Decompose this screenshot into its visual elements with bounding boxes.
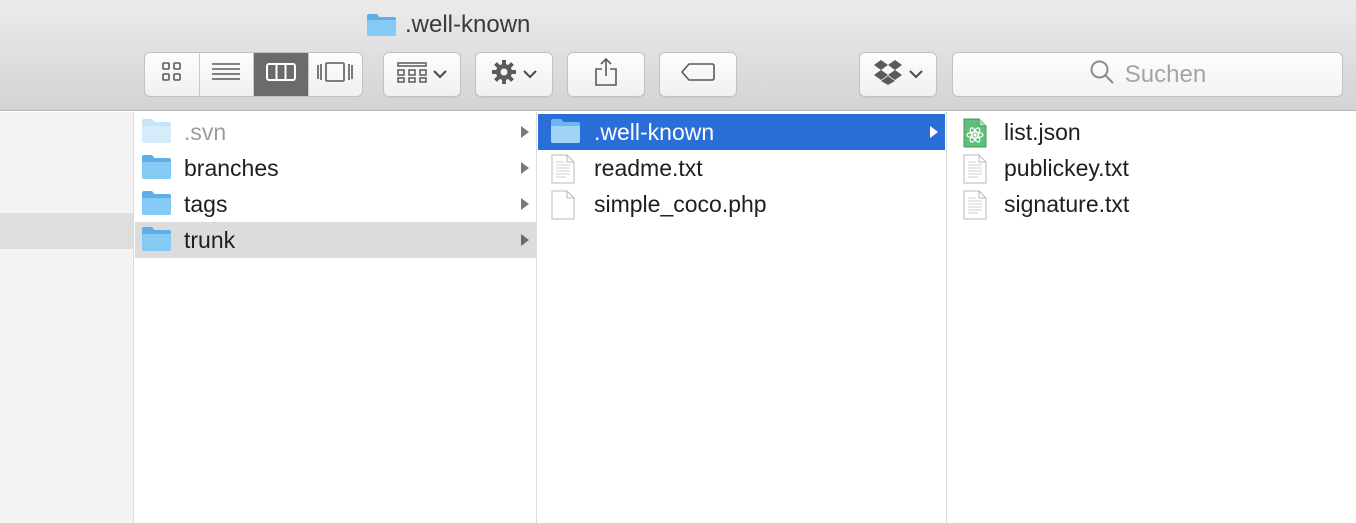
list-item-publickey[interactable]: publickey.txt [948,150,1356,186]
grid-icon [161,61,183,88]
share-button[interactable] [567,52,645,97]
list-item-label: tags [184,191,228,217]
disclosure-arrow-icon [520,197,530,216]
disclosure-arrow-icon [520,125,530,144]
action-button[interactable] [475,52,553,97]
dropbox-button[interactable] [859,52,937,97]
text-file-icon [550,154,576,189]
icon-view-button[interactable] [145,53,200,96]
search-placeholder: Suchen [1124,60,1207,88]
folder-icon [366,13,397,37]
sidebar [0,112,134,523]
text-file-icon [962,190,988,225]
list-item-label: readme.txt [594,155,703,181]
arrange-grid-icon [397,61,427,88]
disclosure-arrow-icon [520,161,530,180]
browser-column-2: .well-known readme.txt simple_coco.php [538,112,947,523]
list-view-button[interactable] [200,53,254,96]
tag-icon [680,62,716,87]
search-icon [1089,59,1115,90]
list-item-well-known[interactable]: .well-known [538,114,945,150]
text-file-icon [962,154,988,189]
list-item-readme[interactable]: readme.txt [538,150,946,186]
folder-icon [141,226,172,257]
view-mode-control [144,52,363,97]
list-item-list-json[interactable]: list.json [948,114,1356,150]
list-item-svn[interactable]: .svn [135,114,536,150]
list-item-label: branches [184,155,279,181]
toolbar: .well-known Suchen [0,0,1356,111]
folder-icon [141,118,172,149]
dropbox-icon [873,59,903,90]
columns-icon [265,61,297,88]
tags-button[interactable] [659,52,737,97]
folder-icon [141,190,172,221]
list-item-signature[interactable]: signature.txt [948,186,1356,222]
arrange-button[interactable] [383,52,461,97]
list-item-tags[interactable]: tags [135,186,536,222]
blank-file-icon [550,190,576,225]
list-item-label: trunk [184,227,236,253]
browser-column-1: .svn branches tags trunk [135,112,537,523]
chevron-down-icon [523,66,537,84]
window-title[interactable]: .well-known [366,10,530,40]
disclosure-arrow-icon [520,233,530,252]
finder-window: .well-known Suchen .svn branches tags tr… [0,0,1356,523]
list-item-label: .well-known [594,119,715,145]
list-item-simple-coco[interactable]: simple_coco.php [538,186,946,222]
folder-icon [550,118,581,149]
folder-icon [141,154,172,185]
list-item-label: list.json [1004,119,1081,145]
chevron-down-icon [909,66,923,84]
list-item-label: publickey.txt [1004,155,1129,181]
search-field[interactable]: Suchen [952,52,1343,97]
list-item-trunk[interactable]: trunk [135,222,536,258]
gear-icon [491,59,517,90]
disclosure-arrow-icon [929,125,939,144]
sidebar-selected-item[interactable] [0,213,133,249]
chevron-down-icon [433,66,447,84]
browser-column-3: list.json publickey.txt signature.txt [948,112,1356,523]
share-icon [594,57,618,92]
gallery-view-button[interactable] [309,53,363,96]
json-file-icon [962,118,988,153]
window-title-text: .well-known [405,11,531,38]
list-item-branches[interactable]: branches [135,150,536,186]
column-view-button[interactable] [254,53,309,96]
list-item-label: .svn [184,119,227,145]
list-item-label: simple_coco.php [594,191,767,217]
list-icon [211,61,241,88]
list-item-label: signature.txt [1004,191,1130,217]
coverflow-icon [316,61,354,88]
